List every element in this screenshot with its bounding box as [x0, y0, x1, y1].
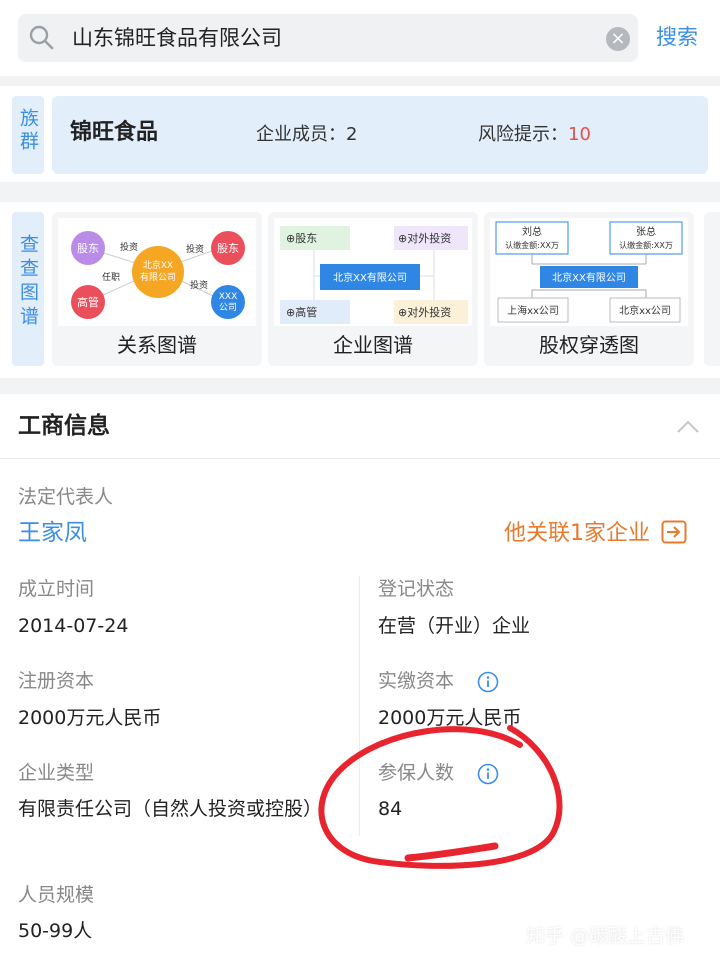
edge-label: 投资	[190, 279, 208, 291]
node-label: ⊕高管	[286, 305, 317, 319]
group-card[interactable]: 锦旺食品 企业成员：2 风险提示：10	[52, 96, 708, 174]
edge-label: 任职	[102, 271, 120, 283]
founded-value: 2014-07-24	[18, 615, 129, 637]
members-label: 企业成员：	[256, 124, 346, 145]
divider	[0, 458, 720, 459]
legal-rep-label: 法定代表人	[18, 486, 114, 508]
section-title: 工商信息	[18, 413, 110, 439]
maps-tab-label: 查查图谱	[17, 234, 39, 330]
paid-capital-value: 2000万元人民币	[378, 707, 522, 729]
next-card-edge	[704, 212, 720, 366]
arrow-box-icon	[661, 520, 687, 544]
clear-icon[interactable]: ×	[606, 27, 630, 51]
group-members: 企业成员：2	[256, 122, 357, 148]
legal-rep-link[interactable]: 王家凤	[18, 518, 87, 548]
node-label: 北京xx公司	[619, 304, 671, 317]
watermark: 知乎 @碳酸上古佛	[526, 925, 685, 947]
search-button[interactable]: 搜索	[656, 22, 698, 52]
staff-value: 50-99人	[18, 920, 93, 942]
members-count: 2	[346, 124, 358, 145]
company2-node	[211, 285, 245, 319]
status-value: 在营（开业）企业	[378, 615, 531, 637]
info-icon[interactable]	[477, 763, 499, 785]
node-label: 认缴金额:XX万	[505, 240, 559, 250]
column-divider	[359, 576, 360, 836]
equity-map-card[interactable]: 刘总 认缴金额:XX万 张总 认缴金额:XX万 北京XX有限公司 上海xx公司 …	[484, 212, 694, 366]
map-section: 查查图谱 股东 高管 北京XX 有限公司 股东 XXX 公司 投资 任职 投资 …	[0, 202, 720, 378]
company-type-value: 有限责任公司（自然人投资或控股）	[18, 798, 323, 820]
equity-map-thumbnail: 刘总 认缴金额:XX万 张总 认缴金额:XX万 北京XX有限公司 上海xx公司 …	[490, 218, 688, 326]
node-label: 北京XX有限公司	[552, 271, 626, 284]
risk-label: 风险提示：	[478, 124, 568, 145]
node-label: 股东	[217, 242, 239, 255]
group-risk: 风险提示：10	[478, 122, 591, 148]
insured-value: 84	[378, 798, 403, 820]
node-label: 有限公司	[140, 271, 176, 283]
group-tab-label: 族群	[17, 108, 39, 154]
paid-capital-label: 实缴资本	[378, 670, 455, 692]
relation-map-thumbnail: 股东 高管 北京XX 有限公司 股东 XXX 公司 投资 任职 投资 投资	[58, 218, 256, 326]
enterprise-map-label: 企业图谱	[333, 333, 413, 357]
risk-count: 10	[568, 124, 591, 145]
node-label: 北京XX	[143, 259, 173, 271]
insured-label: 参保人数	[378, 762, 455, 784]
search-bar: 山东锦旺食品有限公司 × 搜索	[0, 0, 720, 76]
company-node	[132, 246, 184, 298]
info-icon[interactable]	[477, 671, 499, 693]
founded-label: 成立时间	[18, 578, 95, 600]
group-section: 族群 锦旺食品 企业成员：2 风险提示：10	[0, 86, 720, 182]
search-icon	[29, 25, 54, 50]
enterprise-map-card[interactable]: ⊕股东 ⊕对外投资 北京XX有限公司 ⊕高管 ⊕对外投资 企业图谱	[268, 212, 478, 366]
reg-capital-label: 注册资本	[18, 670, 95, 692]
company-type-label: 企业类型	[18, 762, 95, 784]
node-label: 认缴金额:XX万	[619, 240, 673, 250]
node-label: 刘总	[522, 225, 542, 238]
node-label: 高管	[77, 295, 99, 309]
node-label: ⊕股东	[286, 232, 317, 245]
maps-tab: 查查图谱	[12, 212, 44, 366]
equity-map-label: 股权穿透图	[539, 333, 639, 357]
node-label: 上海xx公司	[507, 304, 559, 317]
relation-map-label: 关系图谱	[117, 333, 197, 357]
business-info-section: 工商信息 法定代表人 王家凤 他关联1家企业 成立时间 2014-07-24 登…	[0, 394, 720, 965]
edge-label: 投资	[120, 241, 138, 253]
node-label: 北京XX有限公司	[333, 271, 407, 284]
node-label: 股东	[77, 242, 99, 255]
status-label: 登记状态	[378, 578, 455, 600]
staff-label: 人员规模	[18, 884, 95, 906]
node-label: XXX	[219, 292, 238, 302]
edge-label: 投资	[186, 243, 204, 255]
related-companies-link[interactable]: 他关联1家企业	[504, 518, 687, 550]
search-query[interactable]: 山东锦旺食品有限公司	[72, 24, 282, 52]
node-label: 张总	[636, 225, 656, 238]
node-label: 公司	[219, 302, 237, 313]
reg-capital-value: 2000万元人民币	[18, 707, 162, 729]
node-label: ⊕对外投资	[398, 231, 451, 245]
node-label: ⊕对外投资	[398, 305, 451, 319]
enterprise-map-thumbnail: ⊕股东 ⊕对外投资 北京XX有限公司 ⊕高管 ⊕对外投资	[274, 218, 472, 326]
related-companies-text: 他关联1家企业	[504, 521, 650, 546]
group-name: 锦旺食品	[70, 120, 159, 145]
relation-map-card[interactable]: 股东 高管 北京XX 有限公司 股东 XXX 公司 投资 任职 投资 投资 关系…	[52, 212, 262, 366]
group-tab: 族群	[12, 96, 44, 174]
chevron-up-icon[interactable]	[676, 418, 700, 436]
